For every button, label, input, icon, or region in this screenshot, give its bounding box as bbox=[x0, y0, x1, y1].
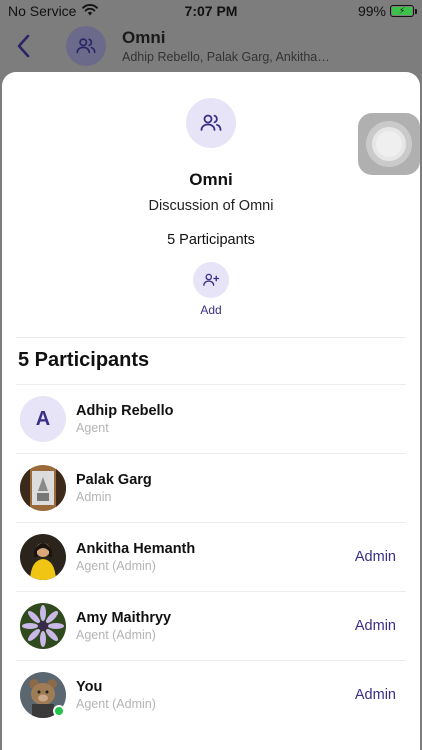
status-left: No Service bbox=[8, 3, 99, 19]
avatar-initial: A bbox=[35, 407, 51, 430]
participant-role: Agent (Admin) bbox=[76, 697, 156, 711]
admin-label[interactable]: Admin bbox=[355, 618, 396, 634]
group-info-sheet: Omni Discussion of Omni 5 Participants A… bbox=[2, 72, 420, 750]
battery-charging-icon: ⚡ bbox=[390, 5, 417, 17]
bolt-icon: ⚡ bbox=[398, 5, 406, 16]
admin-label[interactable]: Admin bbox=[355, 687, 396, 703]
participant-row[interactable]: Ankitha Hemanth Agent (Admin) Admin bbox=[2, 523, 420, 591]
users-icon bbox=[200, 114, 222, 131]
participant-role: Agent (Admin) bbox=[76, 559, 156, 573]
group-summary: Omni Discussion of Omni 5 Participants A… bbox=[2, 72, 420, 317]
header-title: Omni bbox=[122, 28, 166, 47]
participant-info: Ankitha Hemanth Agent (Admin) bbox=[76, 541, 355, 573]
participant-name: Ankitha Hemanth bbox=[76, 541, 196, 557]
avatar bbox=[20, 534, 66, 580]
participant-info: Palak Garg Admin bbox=[76, 472, 402, 504]
battery-percent: 99% bbox=[357, 3, 386, 19]
avatar-photo bbox=[20, 534, 66, 580]
online-status-indicator bbox=[53, 705, 65, 717]
participant-info: Adhip Rebello Agent bbox=[76, 403, 402, 435]
group-description: Discussion of Omni bbox=[148, 198, 274, 214]
status-right: 99% ⚡ bbox=[357, 3, 417, 19]
user-plus-icon bbox=[203, 273, 220, 286]
avatar bbox=[20, 465, 66, 511]
participants-section-title: 5 Participants bbox=[18, 349, 150, 371]
add-participant-label[interactable]: Add bbox=[200, 303, 221, 317]
carrier-label: No Service bbox=[8, 3, 77, 19]
assistive-ring bbox=[376, 131, 402, 157]
avatar bbox=[20, 603, 66, 649]
participant-row[interactable]: A Adhip Rebello Agent bbox=[2, 385, 420, 453]
chevron-left-icon bbox=[17, 34, 30, 58]
group-participant-count: 5 Participants bbox=[167, 232, 255, 248]
assistive-ring bbox=[366, 121, 412, 167]
assistive-ring bbox=[372, 127, 406, 161]
participant-row[interactable]: You Agent (Admin) Admin bbox=[2, 661, 420, 729]
header-subtitle: Adhip Rebello, Palak Garg, Ankitha… bbox=[122, 50, 330, 64]
participant-role: Agent (Admin) bbox=[76, 628, 156, 642]
avatar-photo bbox=[20, 465, 66, 511]
participant-name: Amy Maithryy bbox=[76, 610, 172, 626]
participant-row[interactable]: Amy Maithryy Agent (Admin) Admin bbox=[2, 592, 420, 660]
assistive-touch-button[interactable] bbox=[358, 113, 420, 175]
avatar-photo bbox=[20, 603, 66, 649]
participant-info: Amy Maithryy Agent (Admin) bbox=[76, 610, 355, 642]
status-bar: No Service 7:07 PM 99% ⚡ bbox=[0, 0, 422, 22]
group-avatar bbox=[186, 98, 236, 148]
back-button[interactable] bbox=[16, 31, 36, 61]
participant-role: Admin bbox=[76, 490, 112, 504]
group-name: Omni bbox=[189, 170, 233, 189]
participant-name: You bbox=[76, 679, 103, 695]
wifi-icon bbox=[82, 3, 99, 19]
admin-label[interactable]: Admin bbox=[355, 549, 396, 565]
participant-info: You Agent (Admin) bbox=[76, 679, 355, 711]
users-icon bbox=[76, 38, 96, 54]
chat-header: Omni Adhip Rebello, Palak Garg, Ankitha… bbox=[0, 22, 422, 70]
header-text[interactable]: Omni Adhip Rebello, Palak Garg, Ankitha… bbox=[122, 28, 330, 64]
avatar: A bbox=[20, 396, 66, 442]
participant-row[interactable]: Palak Garg Admin bbox=[2, 454, 420, 522]
header-group-avatar[interactable] bbox=[66, 26, 106, 66]
add-participant-button[interactable] bbox=[193, 262, 229, 298]
participant-role: Agent bbox=[76, 421, 109, 435]
participant-name: Adhip Rebello bbox=[76, 403, 174, 419]
participant-name: Palak Garg bbox=[76, 472, 152, 488]
